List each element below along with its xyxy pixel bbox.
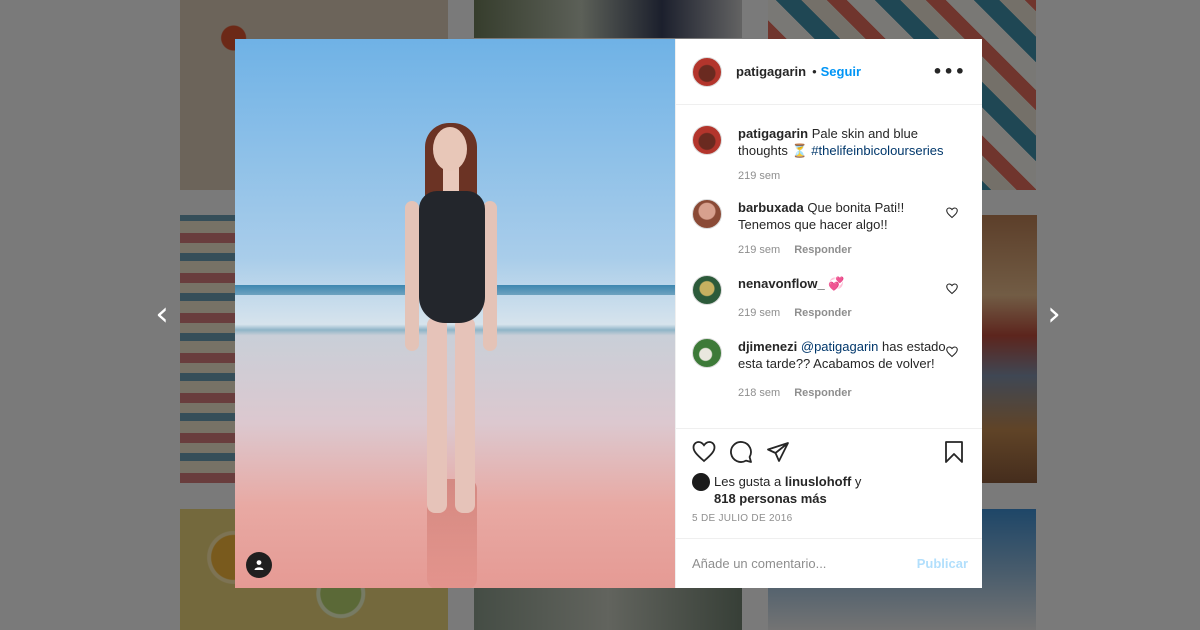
reply-button[interactable]: Responder	[794, 244, 851, 256]
author-username[interactable]: patigagarin	[736, 64, 806, 79]
avatar[interactable]	[692, 199, 722, 229]
comment-username[interactable]: nenavonflow_	[738, 276, 825, 291]
comment-time[interactable]: 219 sem	[738, 244, 780, 256]
avatar[interactable]	[692, 338, 722, 368]
avatar[interactable]	[692, 125, 722, 155]
post-photo[interactable]	[235, 39, 675, 588]
avatar[interactable]	[692, 56, 722, 87]
caption-hashtag[interactable]: #thelifeinbicolourseries	[811, 143, 943, 158]
more-icon[interactable]: •••	[932, 62, 966, 81]
post-header: patigagarin • Seguir •••	[676, 39, 982, 105]
heart-icon[interactable]	[946, 207, 958, 219]
chevron-right-icon[interactable]: ›	[1042, 297, 1066, 331]
separator-dot: •	[812, 64, 817, 79]
publish-button[interactable]: Publicar	[917, 556, 968, 571]
caption-time[interactable]: 219 sem	[738, 170, 780, 182]
action-bar	[692, 439, 966, 465]
caption: patigagarin Pale skin and blue thoughts …	[692, 125, 966, 185]
heart-icon[interactable]	[946, 283, 958, 295]
chevron-left-icon[interactable]: ‹	[150, 297, 174, 331]
gallery-thumbnail[interactable]	[474, 588, 742, 630]
comment-username[interactable]: djimenezi	[738, 339, 797, 354]
comment-item: barbuxada Que bonita Pati!! Tenemos que …	[692, 199, 966, 259]
comments-list: patigagarin Pale skin and blue thoughts …	[676, 105, 982, 428]
avatar[interactable]	[692, 275, 722, 305]
bookmark-icon[interactable]	[942, 440, 966, 464]
likes-suffix: y	[854, 474, 862, 489]
comment-mention[interactable]: @patigagarin	[801, 339, 879, 354]
heart-icon[interactable]	[692, 440, 716, 464]
post-actions: Les gusta a linuslohoff y 818 personas m…	[676, 428, 982, 524]
follow-button[interactable]: Seguir	[821, 64, 861, 79]
post-side-panel: patigagarin • Seguir ••• patigagarin Pal…	[675, 39, 982, 588]
reply-button[interactable]: Responder	[794, 307, 851, 319]
post-date[interactable]: 5 DE JULIO DE 2016	[692, 513, 966, 524]
post-modal: patigagarin • Seguir ••• patigagarin Pal…	[235, 39, 982, 588]
comment-time[interactable]: 219 sem	[738, 307, 780, 319]
likes-others[interactable]: 818 personas más	[714, 491, 827, 506]
photo-subject	[405, 123, 505, 527]
comment-text: 💞	[828, 276, 845, 291]
gallery-thumbnail[interactable]	[474, 0, 742, 38]
reply-button[interactable]: Responder	[794, 387, 851, 399]
comment-input[interactable]	[692, 556, 917, 571]
gallery-thumbnail[interactable]	[982, 215, 1037, 483]
likes-user[interactable]: linuslohoff	[785, 474, 851, 489]
likes-summary: Les gusta a linuslohoff y 818 personas m…	[692, 473, 966, 507]
user-tag-icon[interactable]	[246, 552, 272, 578]
avatar[interactable]	[692, 473, 710, 491]
share-icon[interactable]	[766, 440, 790, 464]
comment-time[interactable]: 218 sem	[738, 387, 780, 399]
heart-icon[interactable]	[946, 346, 958, 358]
comment-icon[interactable]	[729, 440, 753, 464]
comment-item: nenavonflow_ 💞 219 sem Responder	[692, 275, 966, 322]
add-comment-bar: Publicar	[676, 538, 982, 588]
caption-username[interactable]: patigagarin	[738, 126, 808, 141]
comment-username[interactable]: barbuxada	[738, 200, 804, 215]
likes-prefix: Les gusta a	[714, 474, 782, 489]
comment-item: djimenezi @patigagarin has estado esta t…	[692, 338, 966, 402]
